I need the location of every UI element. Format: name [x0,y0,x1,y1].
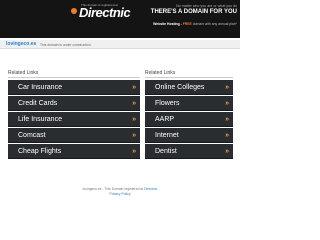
promo-subline: Website Hosting - FREE domain with any a… [141,21,237,27]
related-link-dentist[interactable]: Dentist » [145,144,233,159]
column-divider [145,77,233,78]
related-link-internet[interactable]: Internet » [145,128,233,143]
link-label: Internet [155,132,179,139]
double-arrow-icon: » [132,116,136,123]
footer-registrar-link[interactable]: Directnic [144,187,157,191]
promo-sub-suffix: domain with any annual plan* [192,22,237,26]
domain-status-note: This domain is under construction [40,43,91,47]
promo-block[interactable]: No matter who you are or what you do THE… [141,4,237,27]
footer: lovingeco.es - This Domain registered at… [0,187,240,197]
promo-sub-price: FREE [182,22,192,26]
column-divider [8,77,140,78]
link-label: Flowers [155,100,180,107]
double-arrow-icon: » [225,100,229,107]
double-arrow-icon: » [225,84,229,91]
related-link-aarp[interactable]: AARP » [145,112,233,127]
double-arrow-icon: » [132,132,136,139]
footer-privacy-line: Privacy Policy [0,192,240,197]
related-links-title: Related Links [8,70,39,76]
double-arrow-icon: » [225,132,229,139]
related-link-cheap-flights[interactable]: Cheap Flights » [8,144,140,159]
double-arrow-icon: » [132,84,136,91]
link-label: Life Insurance [18,116,62,123]
privacy-policy-link[interactable]: Privacy Policy [109,192,130,196]
link-label: AARP [155,116,175,123]
related-link-car-insurance[interactable]: Car Insurance » [8,80,140,95]
brand-name: Directnic [79,5,131,20]
related-link-online-colleges[interactable]: Online Colleges » [145,80,233,95]
footer-text: lovingeco.es - This Domain registered at [82,187,144,191]
domain-bar: lovingeco.es This domain is under constr… [0,40,240,49]
registrar-logo[interactable]: This domain is registered at Directnic [71,3,131,35]
related-links-title: Related Links [145,70,176,76]
related-link-life-insurance[interactable]: Life Insurance » [8,112,140,127]
link-label: Comcast [18,132,46,139]
brand-logo-icon [71,8,77,14]
related-link-credit-cards[interactable]: Credit Cards » [8,96,140,111]
link-label: Online Colleges [155,84,205,91]
double-arrow-icon: » [132,148,136,155]
double-arrow-icon: » [132,100,136,107]
link-label: Credit Cards [18,100,58,107]
related-link-comcast[interactable]: Comcast » [8,128,140,143]
double-arrow-icon: » [225,148,229,155]
link-label: Cheap Flights [18,148,62,155]
promo-sub-prefix: Website Hosting - [153,22,182,26]
link-label: Car Insurance [18,84,62,91]
link-label: Dentist [155,148,177,155]
header-banner: This domain is registered at Directnic N… [0,0,240,38]
double-arrow-icon: » [225,116,229,123]
related-link-flowers[interactable]: Flowers » [145,96,233,111]
promo-headline: THERE'S A DOMAIN FOR YOU [150,9,237,15]
domain-name: lovingeco.es [6,41,37,47]
